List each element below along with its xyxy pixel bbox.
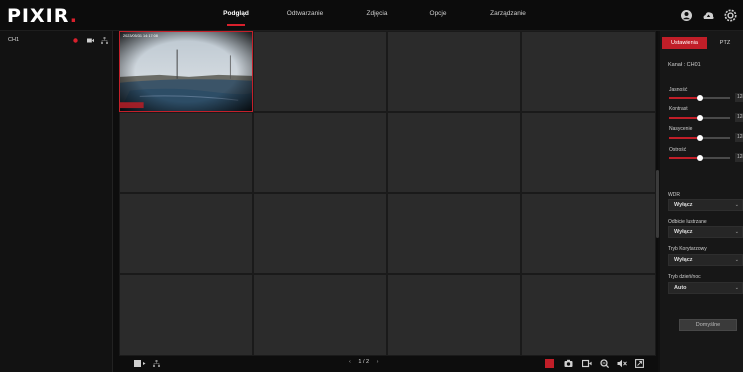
corridor-label: Tryb Korytarzowy [668,246,707,252]
video-cell[interactable] [119,193,253,274]
tab-ustawienia[interactable]: Ustawienia [662,37,707,49]
slider-handle[interactable] [696,95,703,101]
cloud-icon[interactable] [702,9,715,22]
active-tab-indicator [227,24,245,26]
slider-handle[interactable] [696,115,703,121]
user-icon[interactable] [680,9,693,22]
layout-icon[interactable] [134,360,146,368]
video-cell[interactable] [253,31,387,112]
video-cell[interactable] [387,274,521,356]
daynight-label: Tryb dzień/noc [668,274,701,280]
video-cell-ch1[interactable]: 2023/05/31 14:17:08 [119,31,253,112]
chevron-down-icon: ⌄ [734,285,739,291]
logo: PIXIR. [7,5,78,27]
camera-feed-image [120,32,252,111]
top-bar: PIXIR. Podgląd Odtwarzanie Zdjęcia Opcje… [0,0,743,31]
video-cell[interactable] [521,193,656,274]
live-view-area: 2023/05/31 14:17:08 ‹ 1 / 2 › [113,31,658,372]
chevron-down-icon: ⌄ [734,257,739,263]
record-icon[interactable] [545,359,554,368]
video-cell[interactable] [119,274,253,356]
mirror-value: Wyłącz [674,229,693,235]
snapshot-icon[interactable] [564,359,573,368]
cell-timestamp: 2023/05/31 14:17:08 [123,34,158,38]
tab-podglad[interactable]: Podgląd [223,10,249,17]
saturation-label: Nasycenie [669,126,693,132]
tab-opcje[interactable]: Opcje [430,10,447,17]
tab-zarzadzanie[interactable]: Zarządzanie [490,10,526,17]
tab-odtwarzanie[interactable]: Odtwarzanie [287,10,324,17]
video-cell[interactable] [119,112,253,193]
sharpness-value[interactable]: 128 [735,153,743,162]
brightness-label: Jasność [669,87,688,93]
wdr-select[interactable]: Wyłącz ⌄ [668,199,743,211]
mirror-label: Odbicie lustrzane [668,219,707,225]
video-cell[interactable] [387,31,521,112]
sharpness-slider[interactable] [669,155,730,161]
camera-icon[interactable] [87,38,94,43]
tab-zdjecia[interactable]: Zdjęcia [367,10,388,17]
channel-label: CH1 [8,37,20,43]
prev-page-button[interactable]: ‹ [349,359,351,365]
daynight-select[interactable]: Auto ⌄ [668,282,743,294]
video-cell[interactable] [253,193,387,274]
corridor-value: Wyłącz [674,257,693,263]
saturation-value[interactable]: 128 [735,133,743,142]
wdr-value: Wyłącz [674,202,693,208]
network-icon[interactable] [101,37,108,44]
brightness-value[interactable]: 128 [735,93,743,102]
corridor-select[interactable]: Wyłącz ⌄ [668,254,743,266]
saturation-slider[interactable] [669,135,730,141]
channel-row[interactable]: CH1 [0,33,113,47]
video-cell[interactable] [253,274,387,356]
mirror-select[interactable]: Wyłącz ⌄ [668,226,743,238]
contrast-label: Kontrast [669,106,688,112]
zoom-icon[interactable] [600,359,609,368]
page-label: 1 / 2 [358,359,370,365]
video-cell[interactable] [387,112,521,193]
slider-handle[interactable] [696,155,703,161]
video-icon[interactable] [582,359,592,368]
contrast-slider[interactable] [669,115,730,121]
audio-icon[interactable] [617,359,627,368]
video-cell[interactable] [521,112,656,193]
channel-info: Kanał : CH01 [668,62,701,68]
next-page-button[interactable]: › [377,359,379,365]
tab-ptz[interactable]: PTZ [707,37,743,49]
settings-panel: Ustawienia PTZ Kanał : CH01 Jasność 128 … [660,31,743,372]
panel-tabs: Ustawienia PTZ [662,37,743,49]
panel-scrollbar[interactable] [656,170,659,238]
video-cell[interactable] [253,112,387,193]
channel-sidebar: CH1 [0,31,113,372]
wdr-label: WDR [668,192,680,198]
slider-handle[interactable] [696,135,703,141]
contrast-value[interactable]: 128 [735,113,743,122]
video-grid: 2023/05/31 14:17:08 [119,31,656,356]
chevron-down-icon: ⌄ [734,202,739,208]
video-cell[interactable] [521,274,656,356]
bottom-toolbar: ‹ 1 / 2 › [113,356,658,372]
default-button[interactable]: Domyślne [679,319,737,331]
chevron-down-icon: ⌄ [734,229,739,235]
video-cell[interactable] [521,31,656,112]
network-icon[interactable] [153,360,160,367]
record-icon[interactable] [73,38,78,43]
daynight-value: Auto [674,285,687,291]
page-indicator: ‹ 1 / 2 › [349,359,378,365]
sharpness-label: Ostrość [669,147,687,153]
video-cell[interactable] [387,193,521,274]
brightness-slider[interactable] [669,95,730,101]
fullscreen-icon[interactable] [635,359,644,368]
settings-icon[interactable] [724,9,737,22]
